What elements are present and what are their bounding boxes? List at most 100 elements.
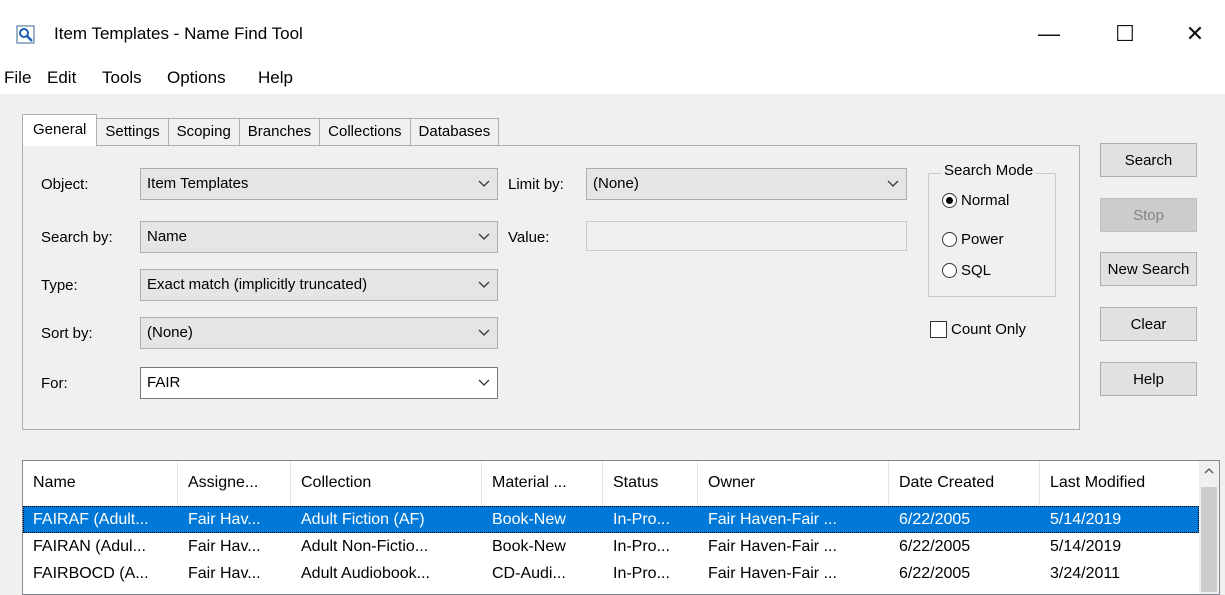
chevron-down-icon[interactable] xyxy=(477,368,491,398)
sort-by-value: (None) xyxy=(147,324,193,341)
column-header-material[interactable]: Material ... xyxy=(482,461,603,505)
cell-last-modified: 3/24/2011 xyxy=(1050,565,1120,582)
tab-databases[interactable]: Databases xyxy=(409,118,500,146)
cell-name: FAIRAN (Adul... xyxy=(33,538,146,555)
search-by-dropdown[interactable]: Name xyxy=(140,221,498,253)
cell-last-modified: 5/14/2019 xyxy=(1050,538,1122,555)
cell-status: In-Pro... xyxy=(613,511,670,528)
cell-material: Book-New xyxy=(492,511,566,528)
cell-status: In-Pro... xyxy=(613,565,670,582)
column-header-owner[interactable]: Owner xyxy=(698,461,889,505)
maximize-button[interactable]: ☐ xyxy=(1102,14,1148,54)
minimize-icon: — xyxy=(1038,21,1060,46)
for-combobox[interactable]: FAIR xyxy=(140,367,498,399)
menu-bar: File Edit Tools Options Help xyxy=(0,64,1225,94)
title-bar: Item Templates - Name Find Tool — ☐ ✕ xyxy=(0,0,1225,64)
column-header-name[interactable]: Name xyxy=(23,461,178,505)
limit-by-dropdown[interactable]: (None) xyxy=(586,168,907,200)
cell-owner: Fair Haven-Fair ... xyxy=(708,565,837,582)
count-only-checkbox[interactable]: Count Only xyxy=(930,321,1026,338)
chevron-down-icon xyxy=(477,318,491,348)
search-by-label: Search by: xyxy=(41,229,113,246)
search-by-value: Name xyxy=(147,228,188,245)
close-button[interactable]: ✕ xyxy=(1172,14,1218,54)
tab-general[interactable]: General xyxy=(22,114,98,146)
radio-sql[interactable]: SQL xyxy=(942,262,991,279)
column-header-status[interactable]: Status xyxy=(603,461,698,505)
type-value: Exact match (implicitly truncated) xyxy=(147,276,368,293)
radio-empty-icon xyxy=(942,263,957,278)
cell-status: In-Pro... xyxy=(613,538,670,555)
checkbox-icon xyxy=(930,321,947,338)
results-header: Name Assigne... Collection Material ... … xyxy=(23,461,1199,505)
for-value: FAIR xyxy=(147,374,181,391)
object-value: Item Templates xyxy=(147,175,249,192)
cell-date-created: 6/22/2005 xyxy=(899,565,971,582)
radio-empty-icon xyxy=(942,232,957,247)
tab-settings[interactable]: Settings xyxy=(96,118,169,146)
tab-branches[interactable]: Branches xyxy=(238,118,321,146)
tab-scoping[interactable]: Scoping xyxy=(167,118,240,146)
limit-by-value: (None) xyxy=(593,175,639,192)
tab-collections[interactable]: Collections xyxy=(319,118,411,146)
scroll-thumb[interactable] xyxy=(1201,487,1217,592)
cell-collection: Adult Non-Fictio... xyxy=(301,538,429,555)
chevron-down-icon xyxy=(477,222,491,252)
menu-file[interactable]: File xyxy=(2,68,33,88)
cell-date-created: 6/22/2005 xyxy=(899,538,971,555)
radio-power-label: Power xyxy=(961,231,1004,248)
radio-normal-label: Normal xyxy=(961,192,1010,209)
search-app-icon xyxy=(16,25,35,44)
table-row[interactable]: FAIRBOCD (A... Fair Hav... Adult Audiobo… xyxy=(23,560,1199,587)
tab-strip: General Settings Scoping Branches Collec… xyxy=(22,114,500,146)
table-row[interactable]: FAIRAF (Adult... Fair Hav... Adult Ficti… xyxy=(23,506,1199,533)
type-dropdown[interactable]: Exact match (implicitly truncated) xyxy=(140,269,498,301)
radio-selected-icon xyxy=(942,193,957,208)
object-dropdown[interactable]: Item Templates xyxy=(140,168,498,200)
search-mode-title: Search Mode xyxy=(941,162,1037,179)
value-input[interactable] xyxy=(586,221,907,251)
window-title: Item Templates - Name Find Tool xyxy=(54,24,303,43)
cell-owner: Fair Haven-Fair ... xyxy=(708,538,837,555)
cell-date-created: 6/22/2005 xyxy=(899,511,971,528)
cell-material: CD-Audi... xyxy=(492,565,566,582)
cell-last-modified: 5/14/2019 xyxy=(1050,511,1122,528)
close-icon: ✕ xyxy=(1185,21,1205,46)
radio-normal[interactable]: Normal xyxy=(942,192,1009,209)
column-header-date-created[interactable]: Date Created xyxy=(889,461,1040,505)
column-header-last-modified[interactable]: Last Modified xyxy=(1040,461,1199,505)
cell-owner: Fair Haven-Fair ... xyxy=(708,511,837,528)
radio-sql-label: SQL xyxy=(961,262,992,279)
cell-collection: Adult Fiction (AF) xyxy=(301,511,425,528)
radio-power[interactable]: Power xyxy=(942,231,1004,248)
maximize-icon: ☐ xyxy=(1115,21,1135,46)
object-label: Object: xyxy=(41,176,89,193)
clear-button[interactable]: Clear xyxy=(1100,307,1197,341)
table-row[interactable]: FAIRAN (Adul... Fair Hav... Adult Non-Fi… xyxy=(23,533,1199,560)
menu-options[interactable]: Options xyxy=(165,68,228,88)
menu-help[interactable]: Help xyxy=(256,68,295,88)
chevron-down-icon xyxy=(477,270,491,300)
column-header-collection[interactable]: Collection xyxy=(291,461,482,505)
scroll-up-icon[interactable] xyxy=(1199,461,1219,481)
chevron-down-icon xyxy=(477,169,491,199)
new-search-button[interactable]: New Search xyxy=(1100,252,1197,286)
minimize-button[interactable]: — xyxy=(1026,14,1072,54)
search-button[interactable]: Search xyxy=(1100,143,1197,177)
cell-name: FAIRBOCD (A... xyxy=(33,565,149,582)
help-button[interactable]: Help xyxy=(1100,362,1197,396)
cell-assigned: Fair Hav... xyxy=(188,538,261,555)
stop-button[interactable]: Stop xyxy=(1100,198,1197,232)
vertical-scrollbar[interactable] xyxy=(1199,461,1219,594)
cell-name: FAIRAF (Adult... xyxy=(33,511,149,528)
sort-by-label: Sort by: xyxy=(41,325,93,342)
limit-by-label: Limit by: xyxy=(508,176,564,193)
column-header-assigned[interactable]: Assigne... xyxy=(178,461,291,505)
value-label: Value: xyxy=(508,229,550,246)
sort-by-dropdown[interactable]: (None) xyxy=(140,317,498,349)
menu-tools[interactable]: Tools xyxy=(100,68,144,88)
cell-assigned: Fair Hav... xyxy=(188,511,261,528)
type-label: Type: xyxy=(41,277,78,294)
results-list[interactable]: Name Assigne... Collection Material ... … xyxy=(22,460,1220,595)
menu-edit[interactable]: Edit xyxy=(45,68,78,88)
